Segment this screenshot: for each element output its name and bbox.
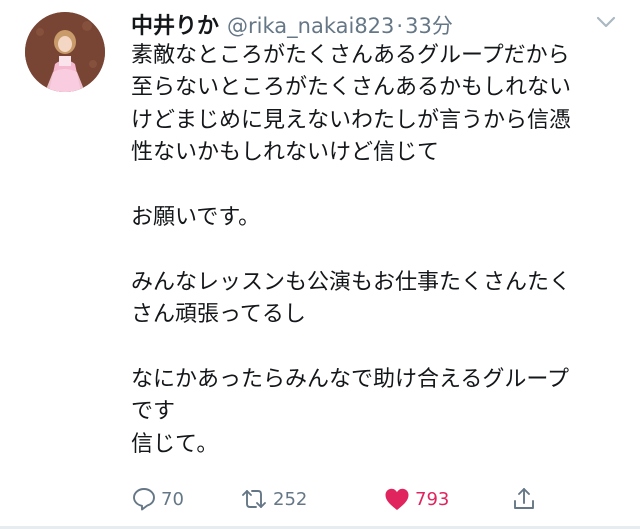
tweet-line: お願いです。 [131,204,261,230]
tweet-line: です [131,399,176,425]
reply-icon [133,488,155,511]
tweet-line: なにかあったらみんなで助け合えるグループ [131,366,570,392]
tweet-line [131,170,631,202]
chevron-down-icon [596,16,616,28]
tweet-line: 素敵なところがたくさんあるグループだから [131,43,570,68]
heart-icon [385,488,409,510]
tweet-card: 中井りか @rika_nakai823 · 33分 素敵なところがたくさんあるグ… [0,0,640,529]
retweet-button[interactable]: 252 [239,482,307,516]
tweet-line: 性ないかもしれないけど信じて [131,140,440,166]
tweet-header: 中井りか @rika_nakai823 · 33分 [131,8,453,39]
tweet-line: 信じて。 [131,431,219,457]
reply-count: 70 [161,488,184,510]
like-count: 793 [415,488,450,510]
share-button[interactable] [511,482,537,516]
tweet-text: 素敵なところがたくさんあるグループだから 至らないところがたくさんあるかもしれな… [131,40,631,461]
more-options-button[interactable] [594,12,618,32]
display-name[interactable]: 中井りか [131,8,219,40]
like-button[interactable]: 793 [383,482,449,516]
share-icon [514,488,534,509]
timestamp[interactable]: 33分 [405,10,453,40]
retweet-count: 252 [273,488,308,510]
separator: · [396,14,404,38]
retweet-icon [242,490,266,508]
tweet-line: 至らないところがたくさんあるかもしれない [131,75,572,101]
tweet-line: みんなレッスンも公演もお仕事たくさんたく [131,269,572,295]
avatar[interactable] [25,12,105,92]
reply-button[interactable]: 70 [131,482,184,516]
tweet-line: さん頑張ってるし [131,302,306,328]
tweet-actions: 70 252 793 [131,482,611,516]
tweet-line [131,332,631,364]
user-handle[interactable]: @rika_nakai823 [227,14,394,38]
tweet-line: けどまじめに見えないわたしが言うから信憑 [131,107,572,133]
avatar-photo [25,12,105,92]
tweet-line [131,234,631,266]
